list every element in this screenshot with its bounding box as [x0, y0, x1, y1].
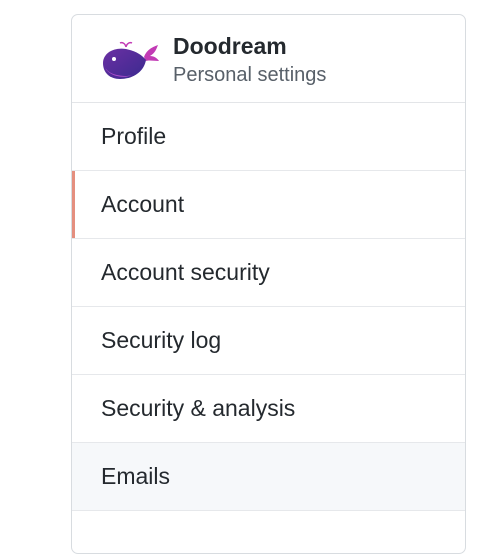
nav-item-account-security[interactable]: Account security — [72, 239, 465, 307]
personal-settings-label: Personal settings — [173, 64, 327, 86]
settings-sidebar: Doodream Personal settings Profile Accou… — [71, 14, 466, 554]
account-header[interactable]: Doodream Personal settings — [72, 15, 465, 103]
nav-item-security-log[interactable]: Security log — [72, 307, 465, 375]
nav-item-account[interactable]: Account — [72, 171, 465, 239]
nav-item-profile[interactable]: Profile — [72, 103, 465, 171]
user-name[interactable]: Doodream — [173, 33, 287, 60]
nav-item-security-analysis[interactable]: Security & analysis — [72, 375, 465, 443]
whale-icon — [100, 41, 160, 83]
nav-item-emails[interactable]: Emails — [72, 443, 465, 511]
